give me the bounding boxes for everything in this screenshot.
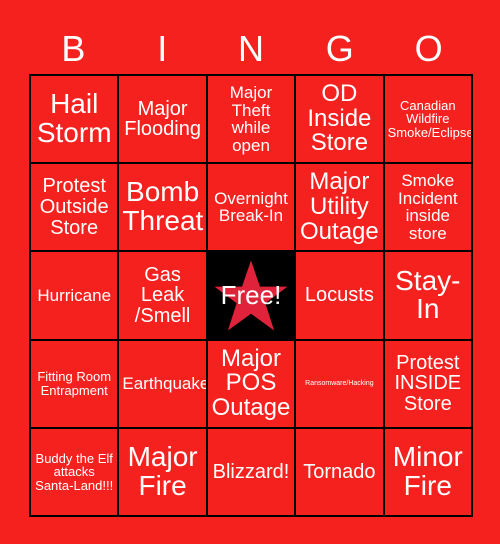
bingo-cell-label: Ransomware/Hacking — [305, 380, 374, 388]
bingo-cell-o1[interactable]: Canadian Wildfire Smoke/Eclipse — [384, 76, 473, 165]
bingo-cell-label: Major Utility Outage — [300, 168, 379, 245]
bingo-cell-label: Hurricane — [37, 285, 112, 305]
bingo-cell-n1[interactable]: Major Theft while open — [207, 76, 297, 165]
bingo-cell-label: Earthquake — [122, 373, 208, 393]
bingo-cell-label: Bomb Threat — [122, 176, 204, 237]
header-letter-i: I — [157, 28, 168, 69]
bingo-cell-i3[interactable]: Gas Leak /Smell — [119, 252, 208, 341]
bingo-cell-label: Major Theft while open — [229, 83, 273, 155]
bingo-cell-free-space[interactable]: Free! — [207, 252, 297, 341]
bingo-cell-label: Blizzard! — [212, 460, 290, 483]
bingo-cell-label: Locusts — [304, 284, 374, 307]
bingo-cell-g2[interactable]: Major Utility Outage — [296, 164, 385, 253]
bingo-cell-o5[interactable]: Minor Fire — [384, 428, 473, 517]
free-space-label: Free! — [220, 280, 282, 311]
bingo-cell-label: Protest INSIDE Store — [394, 351, 462, 415]
bingo-cell-label: Stay-In — [395, 264, 461, 325]
bingo-cell-i5[interactable]: Major Fire — [119, 428, 208, 517]
bingo-cell-n4[interactable]: Major POS Outage — [207, 340, 297, 429]
bingo-cell-i2[interactable]: Bomb Threat — [119, 164, 208, 253]
header-letter-g: G — [325, 28, 354, 69]
bingo-cell-b5[interactable]: Buddy the Elf attacks Santa-Land!!! — [31, 428, 120, 517]
bingo-grid: Hail Storm Major Flooding Major Theft wh… — [29, 74, 473, 517]
header-letter-o: O — [414, 28, 443, 69]
bingo-cell-o2[interactable]: Smoke Incident inside store — [384, 164, 473, 253]
bingo-cell-label: Hail Storm — [36, 88, 112, 149]
bingo-cell-label: Canadian Wildfire Smoke/Eclipse — [387, 98, 473, 140]
bingo-cell-b3[interactable]: Hurricane — [31, 252, 120, 341]
bingo-cell-b4[interactable]: Fitting Room Entrapment — [31, 340, 120, 429]
bingo-cell-label: Protest Outside Store — [39, 175, 109, 239]
bingo-cell-label: Major Flooding — [124, 97, 201, 141]
bingo-cell-label: Major Fire — [127, 441, 198, 501]
bingo-cell-g1[interactable]: OD Inside Store — [296, 76, 385, 165]
bingo-cell-label: Gas Leak /Smell — [134, 263, 191, 327]
bingo-cell-b1[interactable]: Hail Storm — [31, 76, 120, 165]
bingo-cell-b2[interactable]: Protest Outside Store — [31, 164, 120, 253]
bingo-cell-label: Overnight Break-In — [214, 188, 288, 226]
bingo-cell-n5[interactable]: Blizzard! — [207, 428, 297, 517]
bingo-cell-label: Minor Fire — [392, 441, 463, 501]
header-letter-n: N — [237, 28, 264, 69]
bingo-cell-n2[interactable]: Overnight Break-In — [207, 164, 297, 253]
bingo-cell-o4[interactable]: Protest INSIDE Store — [384, 340, 473, 429]
bingo-cell-o3[interactable]: Stay-In — [384, 252, 473, 341]
bingo-cell-label: Tornado — [303, 460, 376, 483]
bingo-cell-label: Smoke Incident inside store — [398, 171, 458, 243]
bingo-cell-g3[interactable]: Locusts — [296, 252, 385, 341]
bingo-cell-label: Buddy the Elf attacks Santa-Land!!! — [35, 450, 114, 493]
bingo-cell-i1[interactable]: Major Flooding — [119, 76, 208, 165]
bingo-cell-label: OD Inside Store — [307, 80, 372, 157]
bingo-card: B I N G O Hail Storm Major Flooding Majo… — [0, 0, 500, 544]
header-letter-b: B — [61, 28, 86, 69]
bingo-header: B I N G O — [29, 26, 473, 72]
bingo-cell-g4[interactable]: Ransomware/Hacking — [296, 340, 385, 429]
bingo-cell-g5[interactable]: Tornado — [296, 428, 385, 517]
bingo-cell-label: Major POS Outage — [211, 344, 291, 422]
bingo-cell-i4[interactable]: Earthquake — [119, 340, 208, 429]
bingo-cell-label: Fitting Room Entrapment — [37, 369, 112, 398]
